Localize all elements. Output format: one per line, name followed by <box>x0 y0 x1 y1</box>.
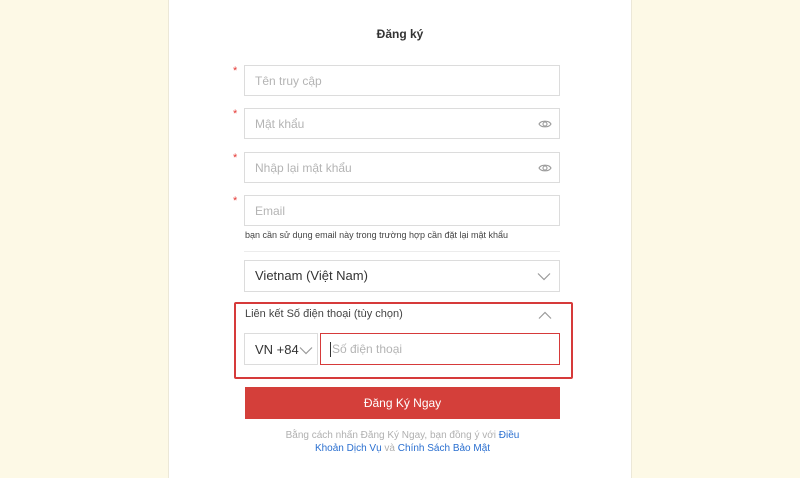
terms-conjunction: và <box>381 443 398 454</box>
country-select[interactable]: Vietnam (Việt Nam) <box>244 260 560 292</box>
terms-notice: Bằng cách nhấn Đăng Ký Ngay, bạn đồng ý … <box>270 429 535 455</box>
eye-icon[interactable] <box>538 118 552 130</box>
register-button[interactable]: Đăng Ký Ngay <box>245 387 560 419</box>
confirm-password-placeholder: Nhập lại mật khẩu <box>255 161 352 175</box>
password-field[interactable]: Mật khẩu <box>244 108 560 139</box>
phone-input[interactable]: Số điện thoại <box>320 333 560 365</box>
country-code-select[interactable]: VN +84 <box>244 333 318 365</box>
confirm-password-field[interactable]: Nhập lại mật khẩu <box>244 152 560 183</box>
privacy-policy-link[interactable]: Chính Sách Bảo Mật <box>398 443 490 454</box>
chevron-down-icon <box>537 273 551 281</box>
username-placeholder: Tên truy cập <box>255 74 322 88</box>
divider <box>244 251 560 252</box>
email-field[interactable]: Email <box>244 195 560 226</box>
phone-link-label: Liên kết Số điện thoại (tùy chọn) <box>245 308 403 320</box>
required-mark: * <box>233 152 238 164</box>
chevron-up-icon[interactable] <box>538 311 552 320</box>
required-mark: * <box>233 195 238 207</box>
required-mark: * <box>233 65 238 77</box>
username-field[interactable]: Tên truy cập <box>244 65 560 96</box>
email-hint: bạn cần sử dụng email này trong trường h… <box>245 230 509 240</box>
country-selected-value: Vietnam (Việt Nam) <box>255 268 368 283</box>
eye-icon[interactable] <box>538 162 552 174</box>
terms-prefix: Bằng cách nhấn Đăng Ký Ngay, bạn đồng ý … <box>285 430 499 441</box>
phone-placeholder: Số điện thoại <box>332 342 403 356</box>
page-title: Đăng ký <box>376 27 424 41</box>
chevron-down-icon <box>299 347 313 355</box>
text-cursor <box>330 342 331 357</box>
required-mark: * <box>233 108 238 120</box>
country-code-value: VN +84 <box>255 342 299 357</box>
email-placeholder: Email <box>255 204 286 218</box>
password-placeholder: Mật khẩu <box>255 117 305 131</box>
